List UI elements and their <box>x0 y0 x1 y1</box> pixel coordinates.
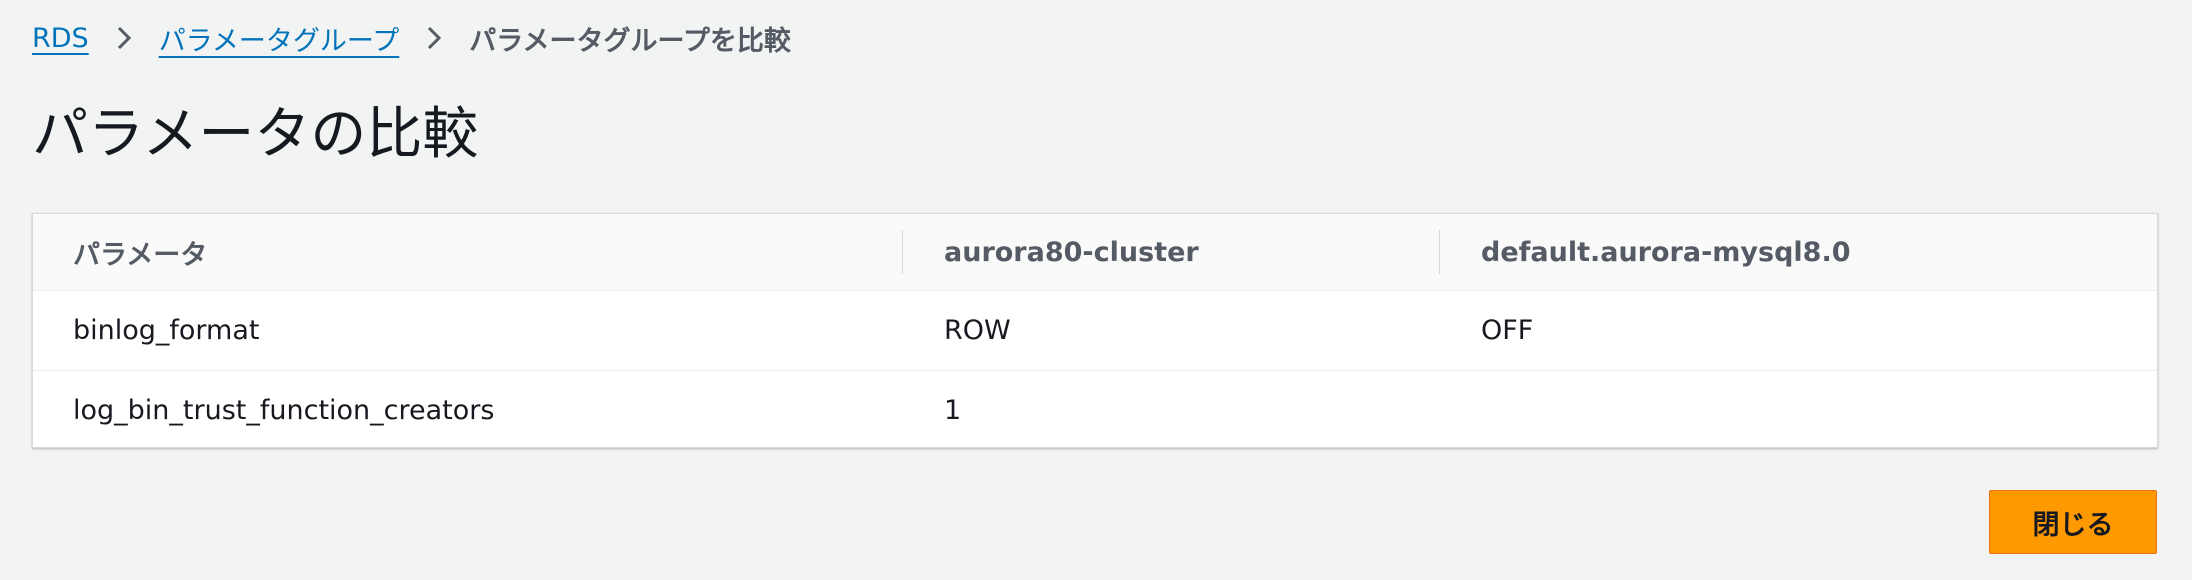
table-cell-parameter: log_bin_trust_function_creators <box>73 394 495 426</box>
comparison-table: パラメータ aurora80-cluster default.aurora-my… <box>32 213 2158 448</box>
breadcrumb-link-parameter-groups[interactable]: パラメータグループ <box>159 19 400 58</box>
table-cell-value: ROW <box>944 314 1011 346</box>
page-title: パラメータの比較 <box>32 102 479 167</box>
breadcrumb-link-rds[interactable]: RDS <box>32 23 89 54</box>
column-header-aurora80-cluster: aurora80-cluster <box>944 236 1199 268</box>
chevron-right-icon <box>399 18 469 58</box>
close-button[interactable]: 閉じる <box>1989 490 2157 554</box>
breadcrumb: RDS パラメータグループ パラメータグループを比較 <box>32 18 791 58</box>
breadcrumb-current: パラメータグループを比較 <box>469 25 791 57</box>
column-divider <box>1439 230 1440 274</box>
table-row: binlog_format ROW OFF <box>33 290 2157 371</box>
table-cell-value: 1 <box>944 394 962 426</box>
table-cell-value: OFF <box>1481 314 1534 346</box>
column-header-parameter: パラメータ <box>73 239 208 271</box>
column-divider <box>902 230 903 274</box>
column-header-default-aurora-mysql: default.aurora-mysql8.0 <box>1481 236 1851 268</box>
table-cell-parameter: binlog_format <box>73 314 260 346</box>
chevron-right-icon <box>89 18 159 58</box>
table-header-row: パラメータ aurora80-cluster default.aurora-my… <box>33 214 2157 291</box>
table-row: log_bin_trust_function_creators 1 <box>33 371 2157 449</box>
